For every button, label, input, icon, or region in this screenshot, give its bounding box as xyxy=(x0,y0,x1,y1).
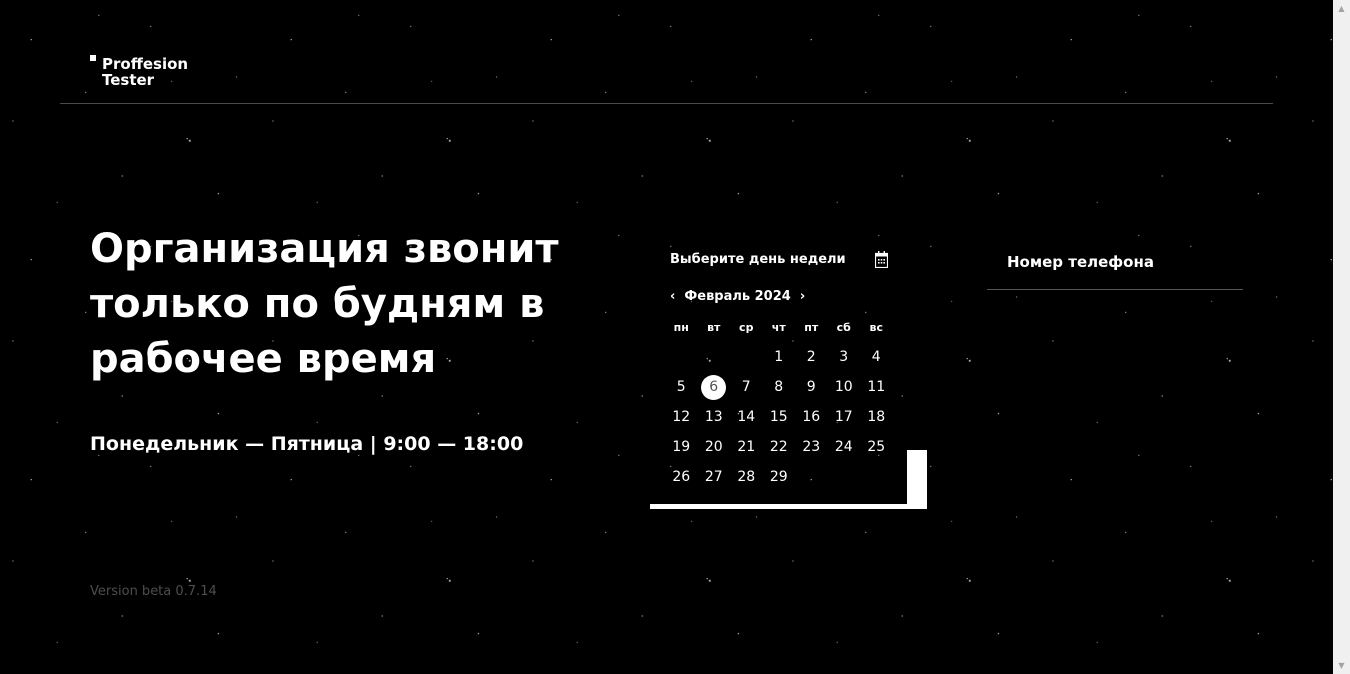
calendar-frame-bottom xyxy=(650,504,927,509)
calendar-day-number: 12 xyxy=(672,409,691,425)
calendar-navigation: ‹ Февраль 2024 › xyxy=(670,289,805,304)
calendar-day-number: 26 xyxy=(672,469,691,485)
calendar-day-number: 7 xyxy=(741,379,751,395)
vertical-scrollbar[interactable]: ▲ ▼ xyxy=(1333,0,1350,674)
phone-number-label: Номер телефона xyxy=(1007,253,1154,271)
calendar-day[interactable]: 13 xyxy=(698,402,731,432)
calendar-icon[interactable] xyxy=(875,251,888,268)
calendar-day-number: 23 xyxy=(802,439,821,455)
calendar-day[interactable]: 3 xyxy=(828,342,861,372)
calendar-day[interactable]: 29 xyxy=(763,462,796,492)
chevron-right-icon[interactable]: › xyxy=(800,289,805,304)
calendar-day-number: 4 xyxy=(871,349,881,365)
calendar-day-selected[interactable]: 6 xyxy=(698,372,731,402)
calendar-day[interactable]: 7 xyxy=(730,372,763,402)
calendar-day-number: 8 xyxy=(774,379,784,395)
calendar-day-number: 21 xyxy=(737,439,756,455)
calendar-day-number: 27 xyxy=(704,469,723,485)
calendar-day-number: 14 xyxy=(737,409,756,425)
calendar-day[interactable]: 5 xyxy=(665,372,698,402)
calendar-day[interactable]: 18 xyxy=(860,402,893,432)
calendar-day[interactable]: 2 xyxy=(795,342,828,372)
weekday-header: пт xyxy=(804,320,819,334)
calendar-day-number: 10 xyxy=(834,379,853,395)
working-hours: Понедельник — Пятница | 9:00 — 18:00 xyxy=(90,433,524,455)
weekday-header: вт xyxy=(707,320,721,334)
calendar-day-number: 24 xyxy=(834,439,853,455)
calendar-day-number: 18 xyxy=(867,409,886,425)
calendar-day[interactable]: 11 xyxy=(860,372,893,402)
weekday-header: пн xyxy=(673,320,689,334)
chevron-left-icon[interactable]: ‹ xyxy=(670,289,675,304)
weekday-header: ср xyxy=(739,320,754,334)
calendar-day-number: 25 xyxy=(867,439,886,455)
calendar-day[interactable]: 9 xyxy=(795,372,828,402)
scroll-up-arrow-icon[interactable]: ▲ xyxy=(1333,0,1350,17)
calendar-day[interactable]: 21 xyxy=(730,432,763,462)
calendar-day[interactable]: 24 xyxy=(828,432,861,462)
calendar-blank-cell xyxy=(665,342,698,372)
calendar-day[interactable]: 17 xyxy=(828,402,861,432)
header-divider xyxy=(60,103,1273,104)
calendar-day-number: 5 xyxy=(676,379,686,395)
calendar-day[interactable]: 4 xyxy=(860,342,893,372)
calendar-day-number: 13 xyxy=(704,409,723,425)
calendar-day-number: 2 xyxy=(806,349,816,365)
calendar-grid: пн вт ср чт пт сб вс 1 2 3 4 5 6 7 8 9 10 11 12 13 14 15 16 17 1… xyxy=(665,312,893,492)
calendar-month: Февраль 2024 xyxy=(684,289,791,304)
calendar-label: Выберите день недели xyxy=(670,252,846,267)
calendar-day[interactable]: 23 xyxy=(795,432,828,462)
calendar-blank-cell xyxy=(698,342,731,372)
brand-line-1: Proffesion xyxy=(102,55,189,73)
calendar-day[interactable]: 26 xyxy=(665,462,698,492)
calendar-day-number: 15 xyxy=(769,409,788,425)
calendar-day[interactable]: 22 xyxy=(763,432,796,462)
calendar-day[interactable]: 28 xyxy=(730,462,763,492)
calendar-day[interactable]: 10 xyxy=(828,372,861,402)
calendar-day-number: 6 xyxy=(701,374,727,400)
weekday-header: сб xyxy=(836,320,851,334)
calendar-day-number: 20 xyxy=(704,439,723,455)
phone-number-underline xyxy=(987,289,1243,290)
weekday-header: вс xyxy=(869,320,883,334)
page-title: Организация звонит только по будням в ра… xyxy=(90,226,559,382)
calendar-day-number: 19 xyxy=(672,439,691,455)
calendar-day[interactable]: 8 xyxy=(763,372,796,402)
brand-name: Proffesion Tester xyxy=(102,56,188,88)
calendar-day-number: 1 xyxy=(774,349,784,365)
weekday-header: чт xyxy=(771,320,786,334)
version-label: Version beta 0.7.14 xyxy=(90,584,217,599)
calendar-day[interactable]: 25 xyxy=(860,432,893,462)
calendar-day-number: 28 xyxy=(737,469,756,485)
calendar-day-number: 17 xyxy=(834,409,853,425)
calendar-day-number: 16 xyxy=(802,409,821,425)
scroll-down-arrow-icon[interactable]: ▼ xyxy=(1333,657,1350,674)
calendar-day-number: 22 xyxy=(769,439,788,455)
logo-mark-icon xyxy=(90,55,96,61)
calendar-frame-right xyxy=(907,450,927,509)
calendar-day-number: 29 xyxy=(769,469,788,485)
calendar-day[interactable]: 27 xyxy=(698,462,731,492)
calendar-day-number: 3 xyxy=(839,349,849,365)
calendar-day[interactable]: 14 xyxy=(730,402,763,432)
calendar-day-number: 9 xyxy=(806,379,816,395)
calendar-day-number: 11 xyxy=(867,379,886,395)
brand-line-2: Tester xyxy=(102,71,155,89)
calendar-day[interactable]: 1 xyxy=(763,342,796,372)
calendar-day[interactable]: 20 xyxy=(698,432,731,462)
calendar-day[interactable]: 15 xyxy=(763,402,796,432)
calendar-day[interactable]: 19 xyxy=(665,432,698,462)
calendar-day[interactable]: 16 xyxy=(795,402,828,432)
calendar-blank-cell xyxy=(730,342,763,372)
calendar-day[interactable]: 12 xyxy=(665,402,698,432)
